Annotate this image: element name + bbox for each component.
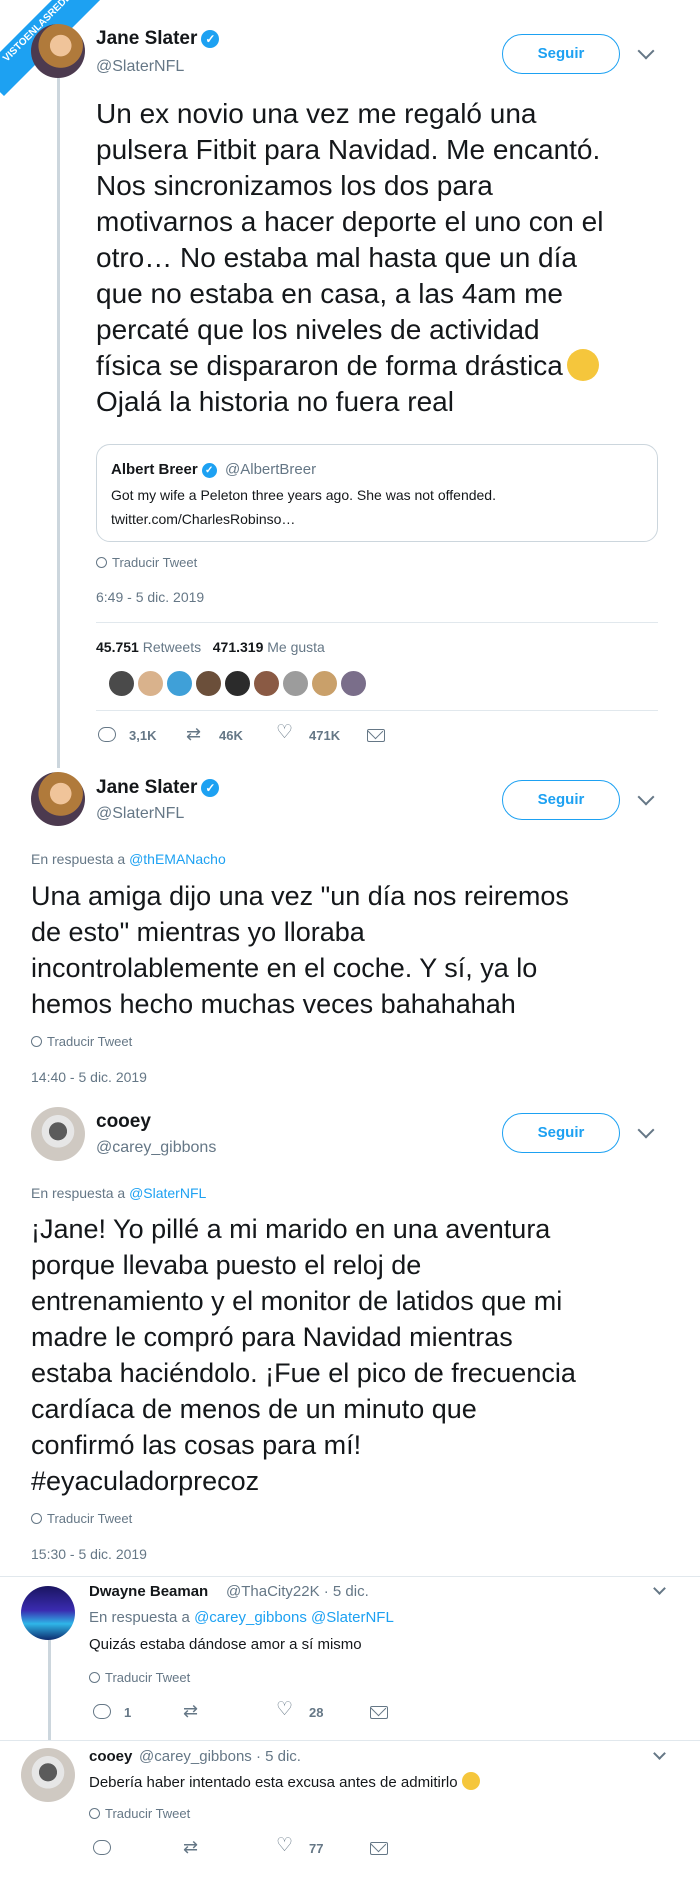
direct-message-icon[interactable] (370, 1706, 388, 1719)
direct-message-icon[interactable] (367, 729, 385, 742)
author-name[interactable]: Jane Slater ✓ (96, 28, 220, 50)
quoted-text: Got my wife a Peleton three years ago. S… (111, 487, 496, 527)
quoted-tweet[interactable]: Albert Breer ✓ @AlbertBreer Got my wife a… (96, 444, 658, 542)
author-name[interactable]: Jane Slater ✓ (96, 777, 220, 799)
reply-count[interactable]: 3,1K (129, 728, 156, 743)
chevron-down-icon[interactable] (637, 788, 655, 806)
like-count[interactable]: 471K (309, 728, 340, 743)
globe-icon (89, 1672, 100, 1683)
author-name[interactable]: cooey (89, 1748, 132, 1765)
author-handle-date[interactable]: @ThaCity22K · 5 dic. (226, 1583, 369, 1600)
liker-avatar[interactable] (166, 670, 193, 697)
author-handle-date[interactable]: @carey_gibbons · 5 dic. (139, 1748, 301, 1765)
retweet-icon[interactable]: ⇄ (183, 1838, 198, 1856)
heart-icon[interactable]: ♡ (276, 1700, 293, 1719)
globe-icon (96, 557, 107, 568)
translate-tweet-link[interactable]: Traducir Tweet (89, 1806, 190, 1821)
verified-icon: ✓ (201, 463, 217, 478)
avatar[interactable] (21, 1586, 75, 1640)
tweet-text: ¡Jane! Yo pillé a mi marido en una avent… (31, 1214, 576, 1496)
follow-button[interactable]: Seguir (502, 1113, 620, 1153)
liker-avatar[interactable] (311, 670, 338, 697)
reply-context: En respuesta a @carey_gibbons @SlaterNFL (89, 1609, 394, 1626)
like-count[interactable]: 77 (309, 1841, 323, 1856)
reply-icon[interactable] (98, 727, 116, 742)
timestamp[interactable]: 15:30 - 5 dic. 2019 (31, 1546, 147, 1562)
translate-tweet-link[interactable]: Traducir Tweet (31, 1034, 132, 1049)
avatar[interactable] (31, 24, 85, 78)
reply-text: Debería haber intentado esta excusa ante… (89, 1772, 480, 1791)
retweet-count[interactable]: 46K (219, 728, 243, 743)
reply-text: Quizás estaba dándose amor a sí mismo (89, 1636, 362, 1653)
translate-tweet-link[interactable]: Traducir Tweet (31, 1511, 132, 1526)
thread-line (57, 78, 60, 768)
chevron-down-icon[interactable] (637, 1121, 655, 1139)
liker-avatar[interactable] (253, 670, 280, 697)
timestamp[interactable]: 6:49 - 5 dic. 2019 (96, 589, 204, 605)
worried-face-emoji-icon (566, 349, 599, 381)
reply-icon[interactable] (93, 1704, 111, 1719)
author-handle[interactable]: @carey_gibbons (96, 1139, 216, 1157)
avatar[interactable] (31, 772, 85, 826)
direct-message-icon[interactable] (370, 1842, 388, 1855)
reply-icon[interactable] (93, 1840, 111, 1855)
reply-context: En respuesta a @SlaterNFL (31, 1185, 207, 1201)
follow-button[interactable]: Seguir (502, 34, 620, 74)
divider (0, 1576, 700, 1577)
reply-count[interactable]: 1 (124, 1705, 131, 1720)
avatar[interactable] (21, 1748, 75, 1802)
globe-icon (31, 1513, 42, 1524)
follow-button[interactable]: Seguir (502, 780, 620, 820)
quoted-author-name: Albert Breer ✓ (111, 461, 217, 478)
tweet-text: Un ex novio una vez me regaló una pulser… (96, 98, 604, 417)
avatar[interactable] (31, 1107, 85, 1161)
translate-tweet-link[interactable]: Traducir Tweet (96, 555, 197, 570)
heart-icon[interactable]: ♡ (276, 723, 293, 742)
thread-line (48, 1640, 51, 1740)
chevron-down-icon[interactable] (653, 1747, 666, 1760)
verified-icon: ✓ (201, 779, 220, 797)
divider (0, 1740, 700, 1741)
globe-icon (31, 1036, 42, 1047)
tweet-text: Una amiga dijo una vez "un día nos reire… (31, 881, 569, 1019)
retweet-icon[interactable]: ⇄ (186, 725, 201, 743)
liker-avatar[interactable] (195, 670, 222, 697)
divider (96, 710, 658, 711)
liker-avatar[interactable] (340, 670, 367, 697)
chevron-down-icon[interactable] (653, 1582, 666, 1595)
author-handle[interactable]: @SlaterNFL (96, 805, 184, 823)
chevron-down-icon[interactable] (637, 42, 655, 60)
globe-icon (89, 1808, 100, 1819)
laughing-face-emoji-icon (461, 1772, 480, 1790)
author-handle[interactable]: @SlaterNFL (96, 58, 184, 76)
translate-tweet-link[interactable]: Traducir Tweet (89, 1670, 190, 1685)
like-count[interactable]: 28 (309, 1705, 323, 1720)
retweet-icon[interactable]: ⇄ (183, 1702, 198, 1720)
author-name[interactable]: cooey (96, 1111, 151, 1133)
liker-avatar[interactable] (108, 670, 135, 697)
timestamp[interactable]: 14:40 - 5 dic. 2019 (31, 1069, 147, 1085)
liker-avatar[interactable] (137, 670, 164, 697)
heart-icon[interactable]: ♡ (276, 1836, 293, 1855)
liker-avatar[interactable] (282, 670, 309, 697)
engagement-stats: 45.751 Retweets 471.319 Me gusta (96, 639, 325, 655)
liker-avatar[interactable] (224, 670, 251, 697)
quoted-author-handle: @AlbertBreer (225, 461, 317, 478)
author-name[interactable]: Dwayne Beaman (89, 1583, 208, 1600)
verified-icon: ✓ (201, 30, 220, 48)
reply-context: En respuesta a @thEMANacho (31, 851, 226, 867)
divider (96, 622, 658, 623)
